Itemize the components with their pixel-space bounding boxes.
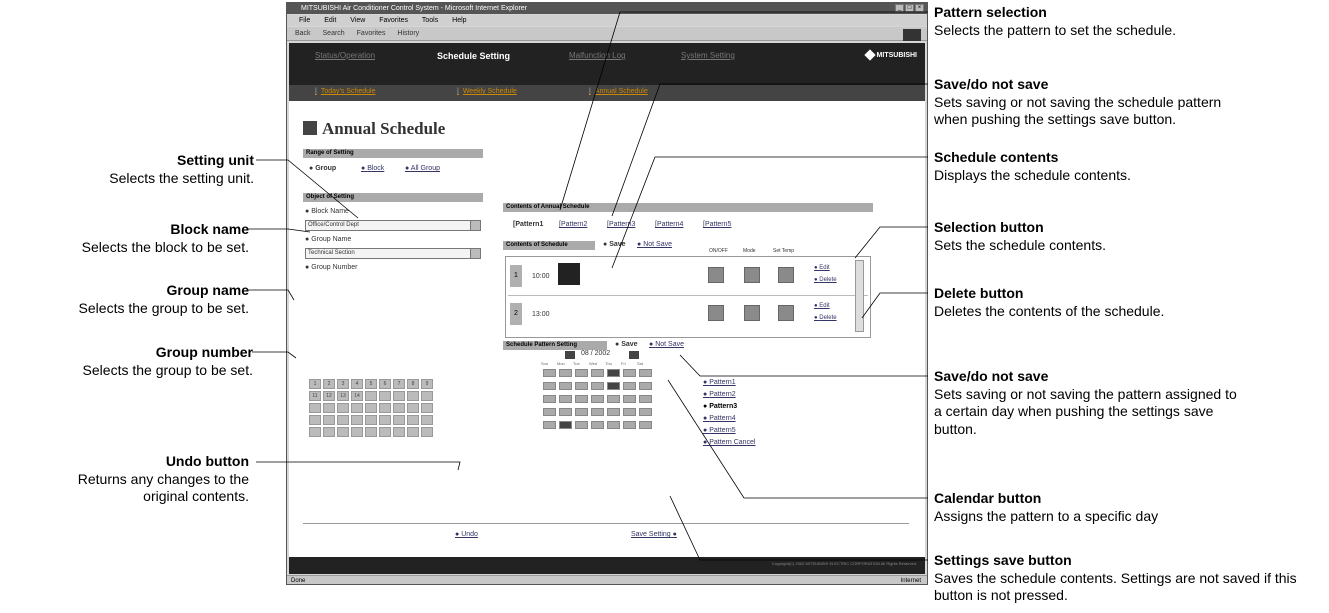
callout-block-name: Block name Selects the block to be set.	[81, 221, 249, 255]
callout-setting-unit: Setting unit Selects the setting unit.	[109, 152, 254, 186]
callout-settings-save-button: Settings save button Saves the schedule c…	[934, 552, 1297, 603]
leader-setting-unit	[256, 159, 359, 219]
callout-delete-button: Delete button Deletes the contents of the…	[934, 285, 1165, 319]
callout-calendar-button: Calendar button Assigns the pattern to a …	[934, 490, 1159, 524]
callout-selection-button: Selection button Sets the schedule conten…	[934, 219, 1106, 253]
callout-group-name: Group name Selects the group to be set.	[78, 282, 249, 316]
leader-calendar-button	[667, 379, 928, 499]
leader-selection-button	[854, 226, 928, 259]
callout-save-do-not-save-2: Save/do not save Sets saving or not savin…	[934, 368, 1237, 437]
leader-settings-save	[669, 495, 928, 561]
callout-group-number: Group number Selects the group to be set.	[82, 344, 253, 378]
leader-save-not-save-1	[611, 83, 928, 217]
callout-pattern-selection: Pattern selection Selects the pattern to …	[934, 4, 1177, 38]
leader-schedule-contents	[611, 156, 928, 269]
leader-block-name	[248, 228, 311, 233]
callout-save-do-not-save-1: Save/do not save Sets saving or not savin…	[934, 76, 1222, 127]
leader-save-not-save-2	[679, 354, 928, 377]
leader-group-name	[248, 289, 295, 301]
leader-pattern-selection	[559, 11, 928, 211]
leader-delete-button	[861, 292, 928, 319]
callout-undo-button: Undo button Returns any changes to the or…	[77, 453, 249, 504]
callout-schedule-contents: Schedule contents Displays the schedule c…	[934, 149, 1131, 183]
leader-group-number	[252, 351, 297, 359]
leader-undo	[256, 461, 461, 471]
